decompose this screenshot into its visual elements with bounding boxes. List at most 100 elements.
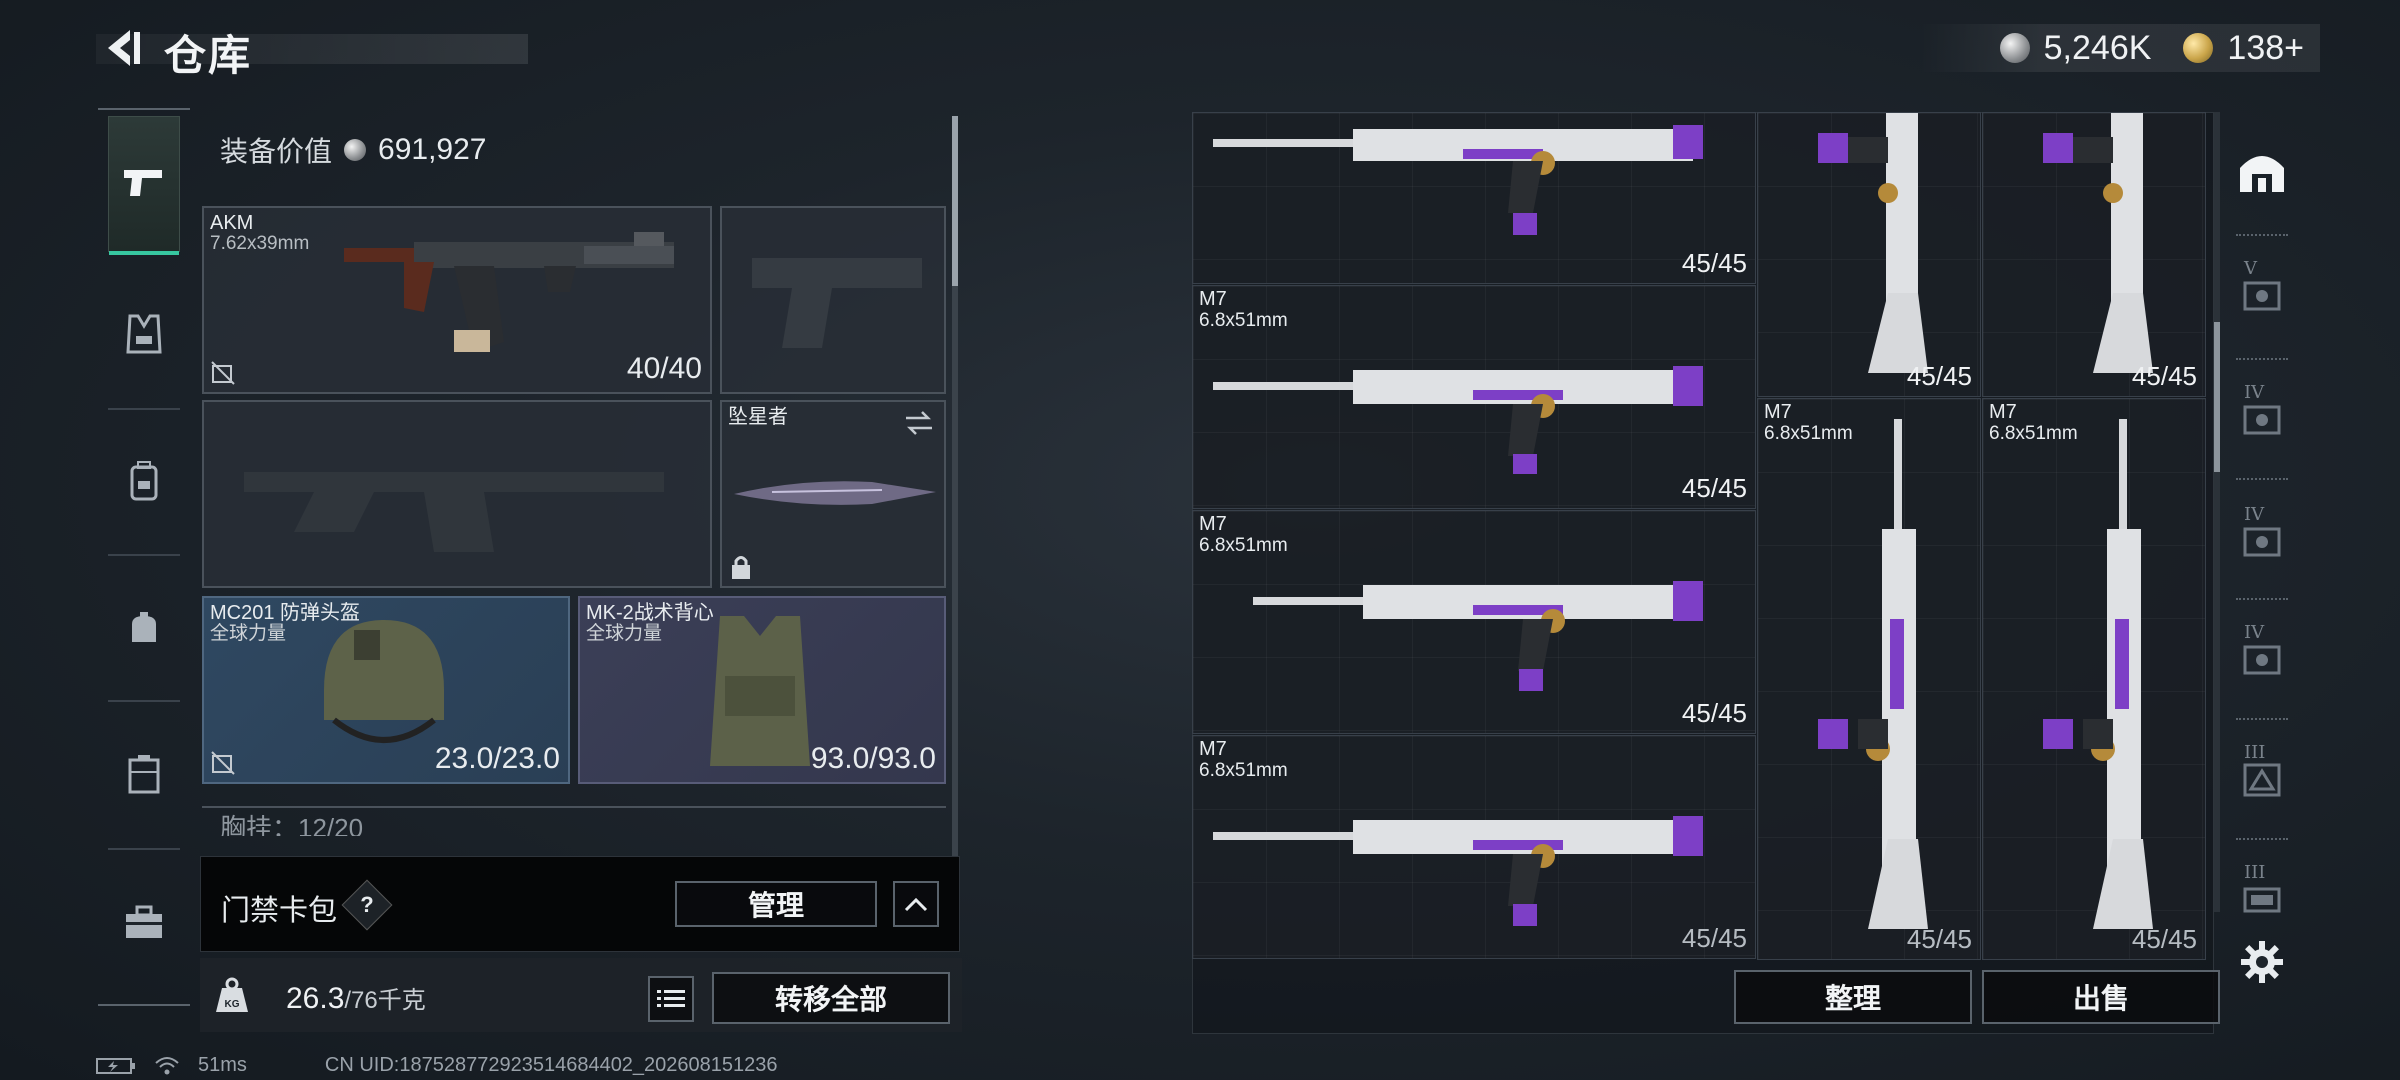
helmet-durability: 23.0/23.0	[434, 742, 560, 775]
armor-durability: 93.0/93.0	[810, 742, 936, 775]
armor-slot[interactable]: MK-2战术背心 全球力量 93.0/93.0	[578, 596, 946, 784]
manage-button[interactable]: 管理	[675, 881, 877, 927]
filter-divider	[2236, 478, 2288, 480]
swap-icon[interactable]	[904, 410, 934, 436]
stash-item[interactable]: 45/45	[1192, 112, 1756, 284]
tab-medkit[interactable]	[108, 854, 180, 990]
case-icon	[128, 755, 160, 794]
sidearm-slot[interactable]	[720, 206, 946, 394]
item-name: M7	[1199, 738, 1227, 760]
tab-armor[interactable]	[108, 266, 180, 402]
akm-rifle-image	[344, 232, 674, 352]
item-count: 45/45	[2131, 924, 2197, 954]
item-count: 45/45	[2131, 361, 2197, 391]
item-name: M7	[1989, 401, 2017, 423]
chest-rig-row[interactable]: 胸挂：12/20	[202, 806, 946, 836]
loadout-scrollbar[interactable]	[952, 116, 958, 886]
keycard-wallet-bar: 门禁卡包 ? 管理	[200, 856, 960, 952]
back-button[interactable]	[96, 22, 148, 74]
wifi-icon	[155, 1056, 179, 1074]
melee-name: 坠星者	[728, 406, 788, 428]
knife-image	[734, 481, 936, 505]
tier-iv-icon	[2243, 405, 2281, 435]
filter-all[interactable]	[2222, 112, 2302, 230]
uid-text: CN UID:18752877292351468​4402_2026081512…	[324, 1054, 778, 1076]
helmet-name: MC201 防弹头盔	[210, 602, 361, 624]
title-bar-background	[96, 34, 528, 64]
transfer-all-button[interactable]: 转移全部	[712, 972, 950, 1024]
silver-coin-icon	[344, 139, 367, 161]
filter-tier-iv-b[interactable]: IV	[2222, 482, 2302, 600]
melee-slot[interactable]: 坠星者	[720, 400, 946, 588]
equip-value-label: 装备价值	[220, 136, 333, 167]
rail-divider	[108, 848, 180, 850]
ping-value: 51ms	[198, 1054, 247, 1076]
filter-tier-iv-c[interactable]: IV	[2222, 600, 2302, 718]
tab-bag[interactable]	[108, 560, 180, 696]
equip-value-amount: 691,927	[378, 133, 487, 166]
stash-item[interactable]: M7 6.8x51mm 45/45	[1192, 285, 1756, 509]
tier-label: V	[2244, 258, 2257, 279]
tab-weapons[interactable]	[108, 116, 180, 255]
stash-item[interactable]: M7 6.8x51mm 45/45	[1982, 398, 2206, 960]
currency-bar: 5,246K 138+	[1919, 24, 2320, 72]
help-icon[interactable]: ?	[341, 879, 393, 931]
list-icon	[657, 990, 685, 1007]
weapon-name: AKM	[210, 212, 254, 234]
tier-v-icon	[2243, 281, 2281, 311]
helmet-slot[interactable]: MC201 防弹头盔 全球力量 23.0/23.0	[202, 596, 570, 784]
rail-divider	[108, 554, 180, 556]
stash-item[interactable]: 45/45	[1982, 112, 2206, 397]
tab-container[interactable]	[108, 706, 180, 842]
rail-divider	[108, 700, 180, 702]
stash-filter-rail: V IV IV IV III III	[2222, 112, 2302, 1034]
stash-item[interactable]: M7 6.8x51mm 45/45	[1757, 398, 1981, 960]
keycard-label: 门禁卡包	[221, 895, 338, 927]
weapon-durability: 40/40	[626, 352, 702, 385]
sort-button[interactable]: 整理	[1734, 970, 1972, 1024]
weight-bar: KG 26.3/76千克 转移全部	[200, 958, 962, 1032]
stash-scrollbar[interactable]	[2214, 112, 2220, 912]
m7-rifle-vertical-image	[1818, 419, 1928, 929]
toolbox-icon	[126, 905, 162, 938]
gear-icon	[2241, 941, 2283, 983]
m7-rifle-image	[1253, 581, 1703, 691]
m7-rifle-image	[1213, 366, 1703, 474]
stash-item[interactable]: M7 6.8x51mm 45/45	[1192, 510, 1756, 734]
stash-item[interactable]: M7 6.8x51mm 45/45	[1192, 735, 1756, 959]
stash-item[interactable]: 45/45	[1757, 112, 1981, 397]
no-insurance-icon	[211, 361, 235, 385]
item-count: 45/45	[1681, 248, 1747, 278]
item-count: 45/45	[1681, 698, 1747, 728]
sell-button[interactable]: 出售	[1982, 970, 2220, 1024]
tier-label: III	[2244, 742, 2266, 763]
no-insurance-icon	[211, 751, 235, 775]
list-view-button[interactable]	[648, 976, 694, 1022]
equipment-tab-rail	[98, 108, 190, 1008]
filter-tier-iv-a[interactable]: IV	[2222, 360, 2302, 478]
equipment-value: 装备价值 691,927	[220, 130, 486, 170]
item-count: 45/45	[1906, 924, 1972, 954]
secondary-weapon-slot[interactable]	[202, 400, 712, 588]
battery-icon	[96, 1057, 135, 1074]
weight-kg-icon: KG	[216, 977, 248, 1012]
tab-backpack[interactable]	[108, 413, 180, 549]
filter-tier-v[interactable]: V	[2222, 236, 2302, 354]
helmet-faction: 全球力量	[210, 623, 287, 644]
silver-balance: 5,246K	[2043, 28, 2152, 67]
m7-rifle-image	[1213, 125, 1703, 235]
backpack-icon	[130, 461, 158, 501]
item-count: 45/45	[1681, 923, 1747, 953]
item-count: 45/45	[1906, 361, 1972, 391]
armor-faction: 全球力量	[586, 623, 663, 644]
item-name: M7	[1199, 288, 1227, 310]
armor-name: MK-2战术背心	[586, 602, 714, 624]
vest-image	[710, 616, 810, 766]
weapon-caliber: 7.62x39mm	[210, 233, 310, 254]
filter-tier-iii-a[interactable]: III	[2222, 720, 2302, 838]
primary-weapon-slot[interactable]: AKM 7.62x39mm 40/40	[202, 206, 712, 394]
gold-balance[interactable]: 138+	[2227, 29, 2304, 68]
collapse-button[interactable]	[893, 881, 939, 927]
settings-button[interactable]	[2222, 912, 2302, 1012]
tier-label: IV	[2244, 382, 2265, 403]
